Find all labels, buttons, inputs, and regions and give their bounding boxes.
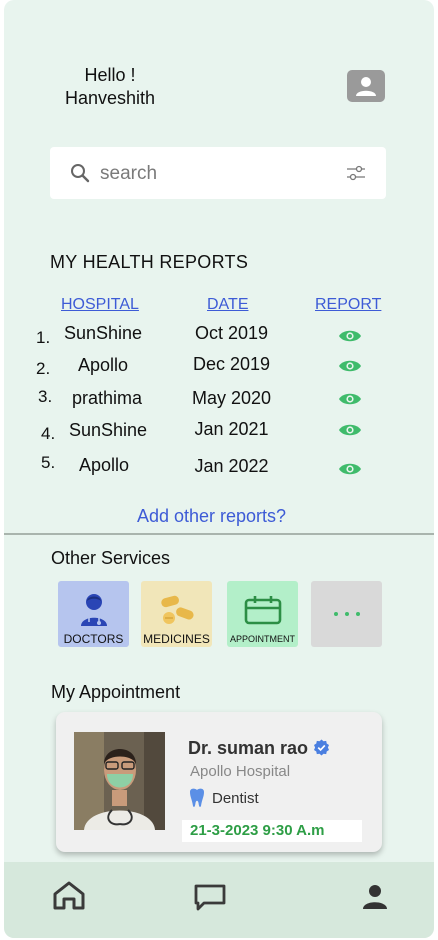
service-more[interactable] (311, 581, 382, 647)
row-date: Jan 2022 (194, 456, 269, 476)
tooth-icon (190, 788, 204, 807)
doctor-name-text: Dr. suman rao (188, 738, 309, 758)
greeting-user-name: Hanveshith (64, 88, 156, 108)
appointment-card[interactable]: Dr. suman rao Apollo Hospital Dentist 21… (56, 712, 382, 852)
chat-icon[interactable] (193, 883, 227, 911)
service-label: DOCTORS (63, 632, 124, 646)
doctor-name: Dr. suman rao (188, 738, 330, 759)
view-report-icon[interactable] (338, 391, 362, 407)
view-report-icon[interactable] (338, 422, 362, 438)
other-services-title: Other Services (51, 548, 171, 568)
row-date: May 2020 (191, 388, 272, 408)
user-icon (356, 77, 376, 96)
service-label: APPOINTMENT (229, 634, 295, 644)
table-row: 4. SunShine Jan 2021 (4, 419, 434, 446)
more-icon (333, 612, 360, 616)
row-hospital: SunShine (63, 323, 143, 343)
doctor-photo (74, 732, 165, 830)
search-input[interactable] (98, 159, 332, 189)
row-hospital: prathima (71, 388, 143, 408)
add-reports-link[interactable]: Add other reports? (4, 506, 419, 527)
doctor-specialty: Dentist (188, 788, 259, 808)
service-label: MEDICINES (143, 632, 210, 646)
table-row: 2. Apollo Dec 2019 (4, 354, 434, 380)
search-icon (71, 164, 90, 183)
table-row: 1. SunShine Oct 2019 (4, 323, 434, 349)
table-row: 5. Apollo Jan 2022 (4, 453, 434, 479)
search-bar (50, 147, 386, 199)
home-icon[interactable] (52, 880, 86, 910)
view-report-icon[interactable] (338, 328, 362, 344)
table-row: 3. prathima May 2020 (4, 387, 434, 414)
row-hospital: Apollo (77, 355, 129, 375)
appointment-datetime: 21-3-2023 9:30 A.m (182, 820, 362, 842)
sliders-icon[interactable] (346, 165, 366, 181)
doctor-icon (80, 594, 107, 626)
column-header-report[interactable]: REPORT (315, 296, 381, 314)
my-appointment-title: My Appointment (51, 682, 181, 702)
profile-button[interactable] (347, 70, 385, 102)
bottom-nav (4, 862, 434, 938)
greeting: Hello ! Hanveshith (50, 64, 170, 110)
view-report-icon[interactable] (338, 461, 362, 477)
view-report-icon[interactable] (338, 358, 362, 374)
app-screen: Hello ! Hanveshith MY HEALTH REPORTS HOS… (4, 0, 434, 938)
appointment-hospital: Apollo Hospital (190, 763, 291, 780)
pills-icon (160, 595, 194, 624)
section-divider (4, 533, 434, 535)
column-header-hospital[interactable]: HOSPITAL (61, 296, 139, 314)
calendar-icon (244, 596, 281, 625)
health-reports-title: MY HEALTH REPORTS (50, 252, 249, 272)
greeting-hello: Hello ! (84, 65, 136, 85)
specialty-text: Dentist (212, 789, 259, 807)
row-date: Oct 2019 (194, 323, 269, 343)
row-hospital: SunShine (68, 420, 148, 440)
service-doctors[interactable]: DOCTORS (58, 581, 129, 647)
row-date: Dec 2019 (192, 354, 271, 374)
profile-icon[interactable] (362, 884, 388, 910)
row-hospital: Apollo (78, 455, 130, 475)
column-header-date[interactable]: DATE (207, 296, 248, 314)
service-medicines[interactable]: MEDICINES (141, 581, 212, 647)
verified-icon (314, 739, 330, 756)
row-number: 3. (38, 387, 53, 406)
service-appointment[interactable]: APPOINTMENT (227, 581, 298, 647)
row-date: Jan 2021 (194, 419, 269, 439)
